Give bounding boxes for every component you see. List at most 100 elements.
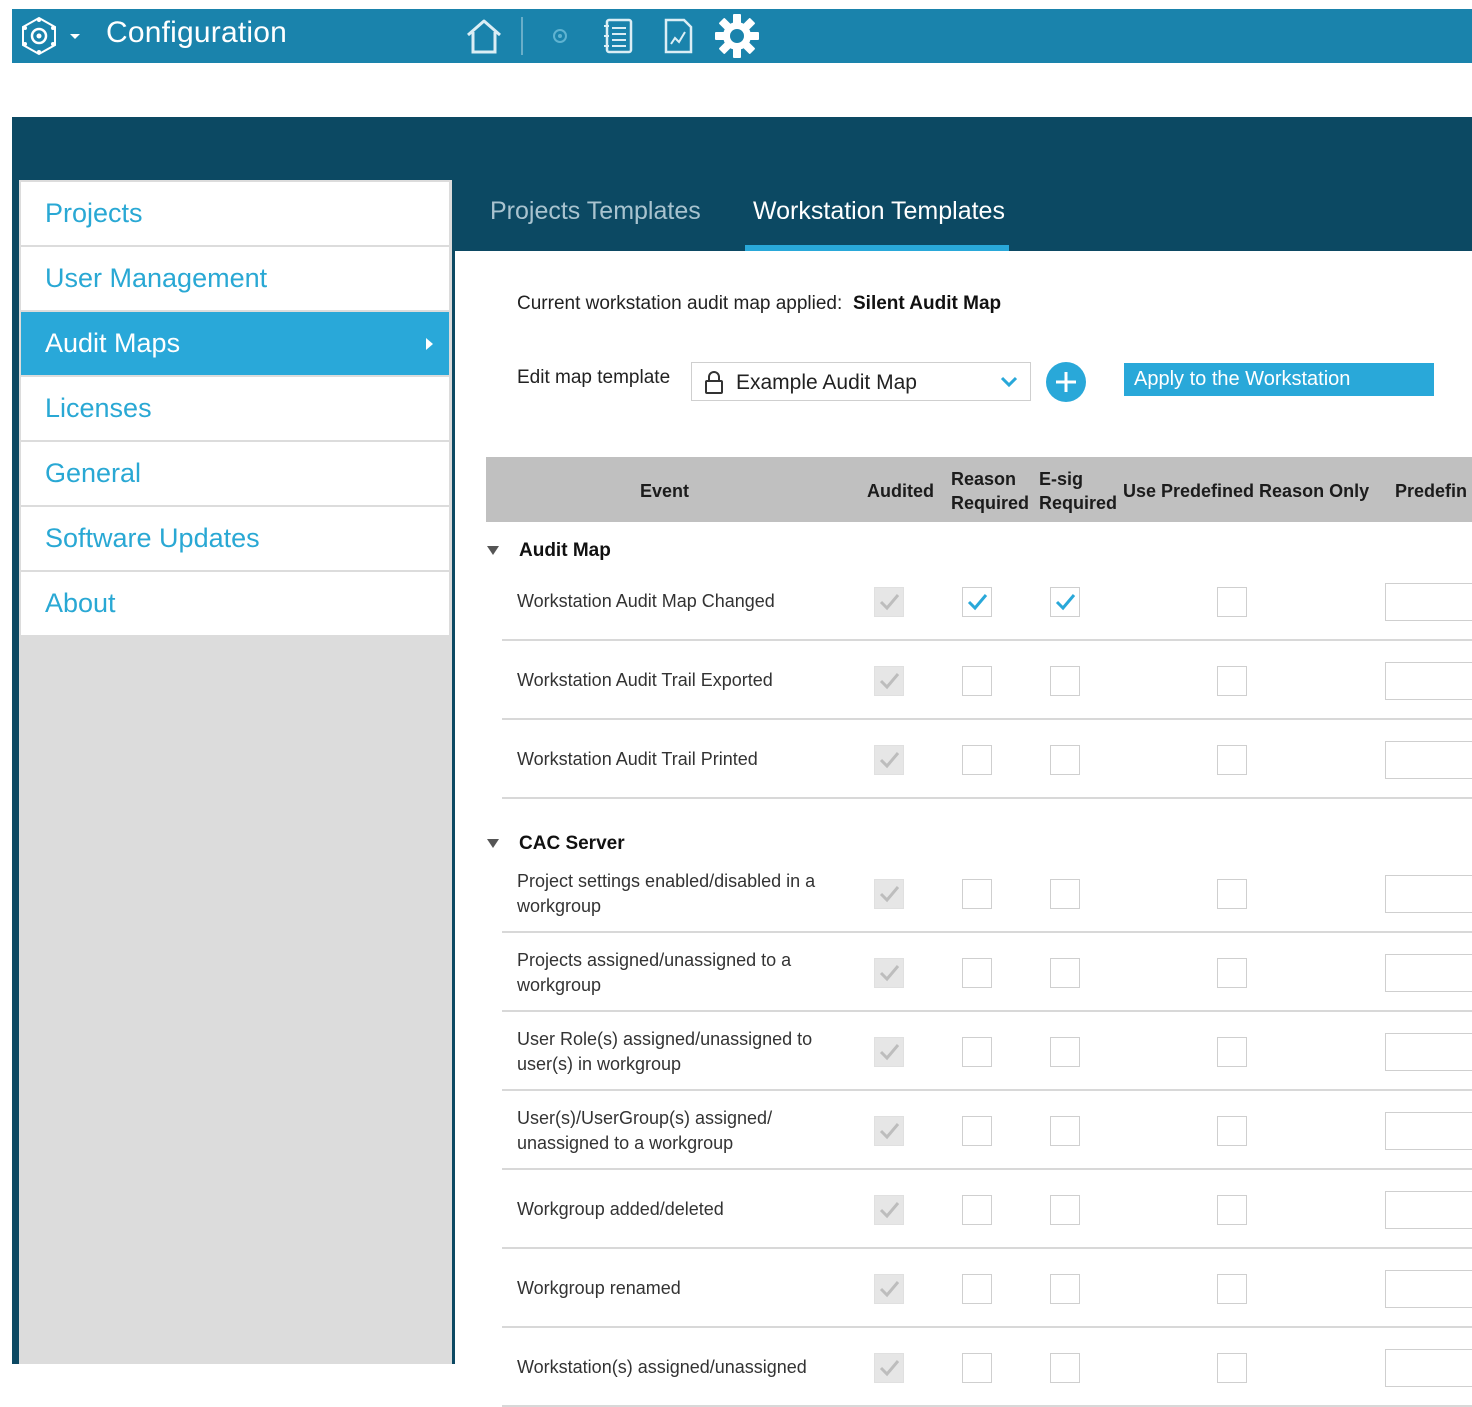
apply-to-workstation-button[interactable]: Apply to the Workstation [1124,363,1434,396]
reason-required-checkbox[interactable] [962,1273,992,1304]
predefined-reason-field[interactable] [1385,661,1472,700]
column-header-event[interactable]: Event [640,479,689,503]
reason-required-checkbox[interactable] [962,665,992,696]
audited-checkbox [874,587,904,617]
predefined-reason-field[interactable] [1385,1269,1472,1308]
reason-required-checkbox[interactable] [962,1194,992,1225]
sidebar-item-label: General [45,458,142,488]
esig-required-checkbox[interactable] [1050,1194,1080,1225]
esig-required-checkbox[interactable] [1050,1352,1080,1383]
predefined-reason-field[interactable] [1385,1111,1472,1150]
esig-required-checkbox[interactable] [1050,1036,1080,1067]
reason-required-checkbox[interactable] [962,1115,992,1146]
reason-required-checkbox[interactable] [962,744,992,775]
group-title-audit-map: Audit Map [519,540,611,561]
column-header-esig-line1: E-sig [1039,469,1084,489]
map-template-select[interactable]: Example Audit Map [691,362,1031,401]
predefined-reason-field[interactable] [1385,1032,1472,1071]
predefined-only-checkbox[interactable] [1217,957,1247,988]
event-name: User(s)/UserGroup(s) assigned/ unassigne… [517,1107,773,1153]
predefined-only-checkbox[interactable] [1217,1194,1247,1225]
small-gear-icon[interactable] [538,14,582,58]
plus-icon [1056,372,1076,392]
predefined-only-checkbox[interactable] [1217,1115,1247,1146]
predefined-only-checkbox[interactable] [1217,1352,1247,1383]
tab-workstation-templates[interactable]: Workstation Templates [753,197,1005,226]
predefined-reason-field[interactable] [1385,874,1472,913]
event-name: User Role(s) assigned/unassigned to user… [517,1028,813,1074]
app-title-bar: Configuration [12,9,1472,63]
app-logo-icon[interactable] [18,15,60,57]
settings-gear-icon[interactable] [712,11,762,61]
sidebar-item-label: About [45,588,116,618]
table-row: Workgroup renamed [502,1249,1472,1328]
dropdown-caret-icon[interactable] [68,29,82,43]
table-row: Workstation Audit Trail Exported [502,641,1472,720]
sidebar-item-label: Licenses [45,393,152,423]
sidebar-item-audit-maps[interactable]: Audit Maps [21,312,449,375]
table-header: Event Audited Reason Required E-sig Requ… [486,457,1472,522]
esig-required-checkbox[interactable] [1050,665,1080,696]
audited-checkbox [874,878,904,909]
predefined-reason-field[interactable] [1385,1190,1472,1229]
predefined-only-checkbox[interactable] [1217,878,1247,909]
esig-required-checkbox[interactable] [1050,957,1080,988]
tab-projects-templates[interactable]: Projects Templates [490,197,701,226]
sidebar-item-licenses[interactable]: Licenses [21,377,449,440]
reason-required-checkbox[interactable] [962,587,992,617]
event-name: Workstation Audit Trail Exported [517,669,773,690]
sidebar-item-user-management[interactable]: User Management [21,247,449,310]
esig-required-checkbox[interactable] [1050,587,1080,617]
map-template-value: Example Audit Map [736,371,917,394]
sidebar-item-projects[interactable]: Projects [21,182,449,245]
predefined-only-checkbox[interactable] [1217,665,1247,696]
main-panel: Projects Templates Workstation Templates… [455,181,1472,1407]
event-name: Workstation Audit Trail Printed [517,748,758,769]
sidebar-item-about[interactable]: About [21,572,449,635]
audited-checkbox [874,1115,904,1146]
current-map-value: Silent Audit Map [853,293,1002,314]
esig-required-checkbox[interactable] [1050,878,1080,909]
table-row: Workstation(s) assigned/unassigned [502,1328,1472,1407]
sidebar-item-software-updates[interactable]: Software Updates [21,507,449,570]
table-row: Project settings enabled/disabled in a w… [502,854,1472,933]
predefined-only-checkbox[interactable] [1217,1036,1247,1067]
collapse-triangle-icon[interactable] [487,839,499,848]
current-map-label: Current workstation audit map applied: [517,293,843,314]
audited-checkbox [874,1352,904,1383]
esig-required-checkbox[interactable] [1050,1115,1080,1146]
predefined-reason-field[interactable] [1385,740,1472,779]
audited-checkbox [874,665,904,696]
collapse-triangle-icon[interactable] [487,546,499,555]
column-header-audited[interactable]: Audited [867,479,934,503]
sidebar-item-label: User Management [45,263,268,293]
column-header-predefined[interactable]: Predefin [1395,479,1467,503]
notebook-icon[interactable] [597,14,641,58]
sidebar-item-label: Software Updates [45,523,260,553]
event-name: Workgroup renamed [517,1277,681,1298]
event-name: Projects assigned/unassigned to a workgr… [517,949,792,995]
predefined-only-checkbox[interactable] [1217,587,1247,617]
reason-required-checkbox[interactable] [962,878,992,909]
reason-required-checkbox[interactable] [962,1036,992,1067]
esig-required-checkbox[interactable] [1050,1273,1080,1304]
chevron-down-icon [1000,375,1018,389]
predefined-reason-field[interactable] [1385,1348,1472,1387]
reason-required-checkbox[interactable] [962,1352,992,1383]
column-header-reason-line1: Reason [951,469,1017,489]
predefined-reason-field[interactable] [1385,583,1472,621]
add-map-button[interactable] [1046,362,1086,402]
tab-bar: Projects Templates Workstation Templates [455,181,1472,251]
esig-required-checkbox[interactable] [1050,744,1080,775]
sidebar-item-general[interactable]: General [21,442,449,505]
predefined-only-checkbox[interactable] [1217,744,1247,775]
home-icon[interactable] [462,14,506,58]
predefined-only-checkbox[interactable] [1217,1273,1247,1304]
event-name: Project settings enabled/disabled in a w… [517,870,816,916]
audited-checkbox [874,1036,904,1067]
predefined-reason-field[interactable] [1385,953,1472,992]
reason-required-checkbox[interactable] [962,957,992,988]
report-icon[interactable] [656,14,700,58]
group-title-cac-server: CAC Server [519,833,625,854]
column-header-predefined-only[interactable]: Use Predefined Reason Only [1123,479,1369,503]
